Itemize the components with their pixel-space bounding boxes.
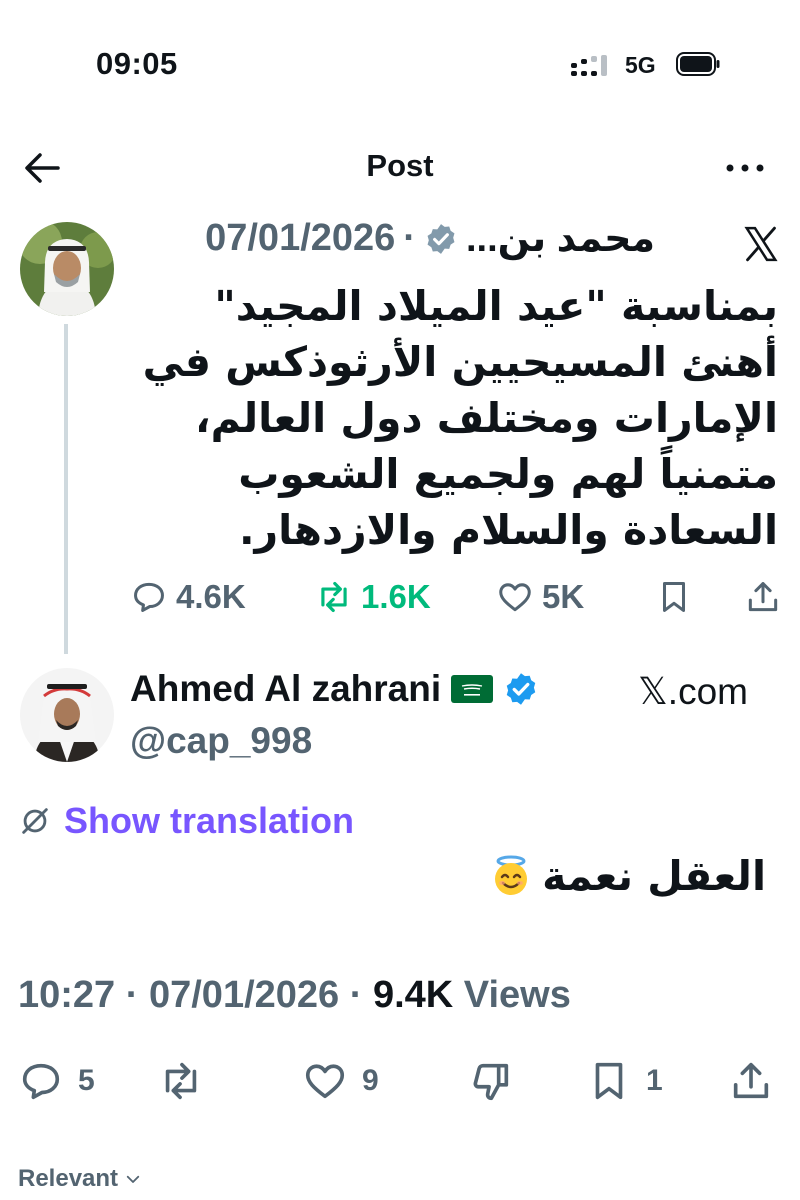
chevron-down-icon (126, 1175, 140, 1183)
reply-author-avatar[interactable] (20, 668, 114, 762)
sort-filter-label: Relevant (18, 1165, 119, 1192)
quoted-author-row: محمد بن... · 07/01/2026 (205, 216, 655, 261)
repost-button[interactable] (158, 1058, 204, 1104)
quoted-author-name[interactable]: محمد بن... (466, 216, 655, 261)
battery-icon (676, 52, 720, 76)
source-label: 𝕏.com (638, 671, 748, 712)
share-icon (748, 582, 778, 612)
share-button[interactable] (728, 1058, 774, 1104)
quoted-share-button[interactable] (744, 578, 782, 616)
reply-author-handle[interactable]: @cap_998 (130, 720, 312, 762)
quoted-text-line: متمنياً لهم ولجميع الشعوب (238, 450, 778, 498)
thread-line (64, 324, 68, 654)
quoted-like-count: 5K (542, 578, 585, 615)
quoted-post-actions: 4.6K 1.6K 5K (130, 578, 790, 622)
views-label: Views (463, 974, 571, 1016)
quoted-bookmark-button[interactable] (655, 578, 693, 616)
post-meta: 10:27 · 07/01/2026 · 9.4K Views (18, 974, 571, 1017)
translate-icon (22, 808, 48, 834)
quoted-text-line: بمناسبة "عيد الميلاد المجيد" (214, 282, 778, 330)
halo-smile-emoji-icon (495, 855, 528, 895)
show-translation-link[interactable]: Show translation (64, 800, 354, 842)
dislike-button[interactable] (468, 1058, 514, 1104)
network-label: 5G (625, 52, 656, 78)
reply-icon (22, 1063, 60, 1100)
post-actions: 5 9 1 (18, 1058, 788, 1108)
bookmark-button[interactable]: 1 (586, 1058, 663, 1104)
heart-icon (305, 1064, 345, 1099)
share-icon (733, 1062, 769, 1099)
reply-button[interactable]: 5 (18, 1058, 95, 1104)
thumbs-down-icon (473, 1063, 509, 1101)
quoted-text-line: الإمارات ومختلف دول العالم، (195, 394, 778, 442)
like-button[interactable]: 9 (302, 1058, 379, 1104)
repost-icon (165, 1062, 197, 1100)
bookmark-icon (595, 1062, 623, 1100)
quoted-text-line: أهنئ المسيحيين الأرثوذكس في (142, 338, 778, 386)
quoted-reply-count: 4.6K (176, 578, 246, 615)
reply-text: العقل نعمة (542, 852, 766, 900)
quoted-author-avatar[interactable] (20, 222, 114, 316)
page-title: Post (366, 148, 434, 183)
meta-separator: · (349, 974, 363, 1016)
reply-author-name[interactable]: Ahmed Al zahrani (130, 668, 441, 710)
reply-author-row: Ahmed Al zahrani (130, 668, 539, 710)
views-count[interactable]: 9.4K (373, 974, 453, 1016)
quoted-text-line: السعادة والسلام والازدهار. (238, 506, 778, 554)
more-icon[interactable] (723, 152, 767, 184)
bookmark-count: 1 (646, 1064, 663, 1097)
quoted-reply-button[interactable]: 4.6K (130, 578, 246, 616)
quoted-repost-button[interactable]: 1.6K (315, 578, 431, 616)
repost-icon (321, 581, 347, 613)
quoted-separator: · (403, 217, 416, 259)
reply-count: 5 (78, 1064, 95, 1097)
meta-separator: · (125, 974, 139, 1016)
reply-post-text: العقل نعمة (490, 852, 766, 900)
quoted-date: 07/01/2026 (205, 217, 396, 259)
x-logo-icon (744, 226, 778, 262)
reply-icon (134, 582, 164, 612)
post-time: 10:27 (18, 974, 116, 1016)
quoted-repost-count: 1.6K (361, 578, 431, 615)
like-count: 9 (362, 1064, 379, 1097)
saudi-flag-icon (451, 675, 494, 703)
status-time: 09:05 (96, 46, 178, 81)
sort-filter-dropdown[interactable]: Relevant (18, 1165, 142, 1193)
heart-icon (499, 583, 531, 612)
quoted-like-button[interactable]: 5K (496, 578, 584, 616)
signal-icon (571, 55, 607, 76)
show-translation-row[interactable]: Show translation (18, 800, 354, 842)
verified-gray-icon (427, 223, 455, 254)
verified-badge-icon (506, 673, 536, 705)
post-date: 07/01/2026 (148, 974, 340, 1016)
bookmark-icon (662, 582, 686, 612)
quoted-post-text: بمناسبة "عيد الميلاد المجيد" أهنئ المسيح… (138, 278, 778, 558)
